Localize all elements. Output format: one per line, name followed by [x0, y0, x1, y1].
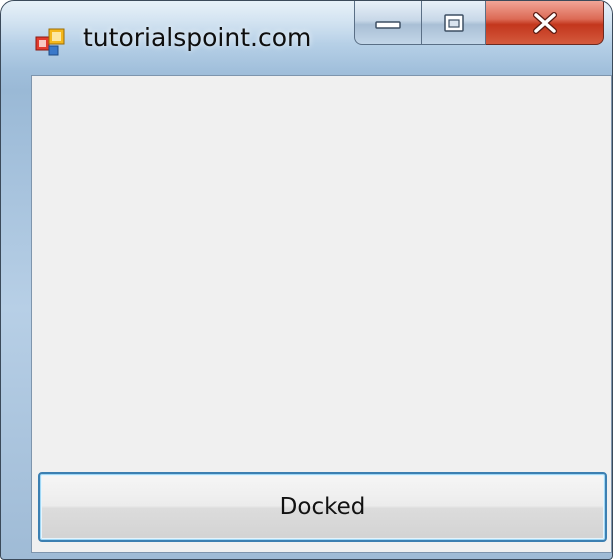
docked-button[interactable]: Docked [38, 472, 607, 542]
close-button[interactable] [486, 1, 604, 45]
maximize-button[interactable] [422, 1, 486, 45]
window-title: tutorialspoint.com [83, 23, 312, 52]
minimize-button[interactable] [354, 1, 422, 45]
form-client-area: Docked [31, 75, 612, 553]
app-icon[interactable] [35, 25, 67, 57]
minimize-icon [375, 16, 401, 30]
maximize-icon [443, 13, 465, 33]
close-x-icon [532, 11, 558, 34]
window-left-border [1, 75, 31, 559]
caption-buttons [354, 1, 604, 47]
app-window: tutorialspoint.com Docked [0, 0, 613, 560]
title-bar[interactable]: tutorialspoint.com [1, 1, 612, 75]
